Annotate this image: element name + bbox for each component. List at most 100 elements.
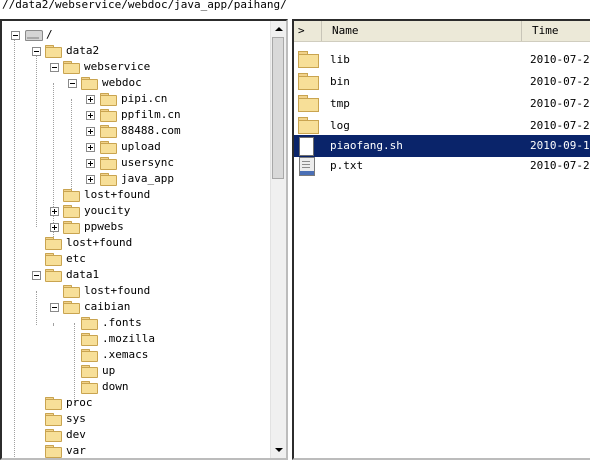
folder-icon: [81, 381, 98, 394]
folder-icon: [100, 125, 117, 138]
file-icon: [299, 137, 314, 156]
folder-icon: [100, 173, 117, 186]
folder-icon: [45, 237, 62, 250]
folder-icon: [100, 157, 117, 170]
list-item[interactable]: log 2010-07-29: [294, 115, 590, 137]
folder-icon: [81, 365, 98, 378]
folder-icon: [100, 93, 117, 106]
file-name: bin: [330, 75, 350, 88]
tree-node-label: upload: [121, 140, 161, 153]
text-file-icon: [299, 157, 315, 176]
folder-icon: [45, 413, 62, 426]
collapse-icon[interactable]: [11, 31, 20, 40]
file-name: p.txt: [330, 159, 364, 172]
column-header-expand[interactable]: >: [294, 21, 322, 41]
folder-icon: [45, 429, 62, 442]
file-time: 2010-07-29: [530, 119, 590, 132]
expand-icon[interactable]: [86, 175, 95, 184]
tree-node-label: java_app: [121, 172, 174, 185]
folder-icon: [81, 333, 98, 346]
arrow-up-icon: [275, 27, 283, 31]
file-time: 2010-07-29: [530, 97, 590, 110]
tree-node-label: .xemacs: [102, 348, 149, 361]
tree-node-label: lost+found: [66, 236, 133, 249]
tree-connector: [14, 35, 15, 458]
list-item[interactable]: tmp 2010-07-29: [294, 93, 590, 115]
path-bar[interactable]: //data2/webservice/webdoc/java_app/paiha…: [0, 0, 590, 13]
tree-node-label: up: [102, 364, 116, 377]
tree-connector: [74, 323, 75, 405]
column-header-time[interactable]: Time: [522, 21, 590, 41]
file-name: tmp: [330, 97, 350, 110]
folder-icon: [45, 253, 62, 266]
tree-node-label: .fonts: [102, 316, 142, 329]
expand-icon[interactable]: [86, 159, 95, 168]
tree-node-label: etc: [66, 252, 86, 265]
tree-node-label: ppfilm.cn: [121, 108, 181, 121]
collapse-icon[interactable]: [50, 63, 59, 72]
folder-icon: [63, 61, 80, 74]
tree-node-label: webdoc: [102, 76, 142, 89]
tree-node-label: pipi.cn: [121, 92, 168, 105]
file-time: 2010-07-29: [530, 75, 590, 88]
tree-node-label: lost+found: [84, 188, 151, 201]
tree-node-label: lost+found: [84, 284, 151, 297]
tree-node-label: 88488.com: [121, 124, 181, 137]
tree-vertical-scrollbar[interactable]: [270, 21, 286, 458]
folder-icon: [63, 189, 80, 202]
tree-node-label: .mozilla: [102, 332, 155, 345]
tree-connector: [71, 99, 72, 197]
file-name: lib: [330, 53, 350, 66]
folder-icon: [45, 445, 62, 458]
folder-icon: [298, 95, 319, 112]
tree-node-label: proc: [66, 396, 93, 409]
collapse-icon[interactable]: [32, 271, 41, 280]
expand-icon[interactable]: [86, 143, 95, 152]
column-header-name[interactable]: Name: [322, 21, 522, 41]
file-name: piaofang.sh: [330, 139, 403, 152]
tree-node-label: caibian: [84, 300, 131, 313]
tree-node-label: youcity: [84, 204, 131, 217]
folder-icon: [100, 109, 117, 122]
list-item-selected[interactable]: piaofang.sh 2010-09-19: [294, 135, 590, 157]
collapse-icon[interactable]: [68, 79, 77, 88]
folder-tree-panel: / data2 webservice webdoc pipi.cn ppfilm…: [0, 19, 288, 460]
tree-connector: [53, 323, 54, 325]
folder-icon: [63, 205, 80, 218]
list-item[interactable]: lib 2010-07-29: [294, 49, 590, 71]
folder-tree: / data2 webservice webdoc pipi.cn ppfilm…: [2, 21, 272, 458]
expand-icon[interactable]: [50, 223, 59, 232]
scroll-up-button[interactable]: [271, 21, 286, 37]
list-item[interactable]: p.txt 2010-07-29: [294, 155, 590, 177]
tree-node-label: /: [46, 28, 53, 41]
folder-icon: [45, 397, 62, 410]
expand-icon[interactable]: [86, 95, 95, 104]
drive-icon: [25, 30, 43, 41]
folder-icon: [63, 301, 80, 314]
tree-node-label: dev: [66, 428, 86, 441]
scrollbar-thumb[interactable]: [272, 37, 284, 179]
tree-node-label: usersync: [121, 156, 174, 169]
tree-connector: [36, 51, 37, 227]
folder-icon: [81, 317, 98, 330]
expand-icon[interactable]: [50, 207, 59, 216]
scroll-down-button[interactable]: [271, 442, 286, 458]
collapse-icon[interactable]: [50, 303, 59, 312]
expand-icon[interactable]: [86, 111, 95, 120]
collapse-icon[interactable]: [32, 47, 41, 56]
expand-icon[interactable]: [86, 127, 95, 136]
tree-node-label: ppwebs: [84, 220, 124, 233]
folder-icon: [81, 77, 98, 90]
tree-connector: [53, 83, 54, 245]
file-time: 2010-07-29: [530, 159, 590, 172]
folder-icon: [45, 45, 62, 58]
folder-icon: [100, 141, 117, 154]
tree-node-label: data2: [66, 44, 100, 57]
folder-icon: [298, 51, 319, 68]
tree-node-label: webservice: [84, 60, 151, 73]
list-item[interactable]: bin 2010-07-29: [294, 71, 590, 93]
arrow-down-icon: [275, 448, 283, 452]
file-time: 2010-09-19: [530, 139, 590, 152]
folder-icon: [298, 117, 319, 134]
file-time: 2010-07-29: [530, 53, 590, 66]
